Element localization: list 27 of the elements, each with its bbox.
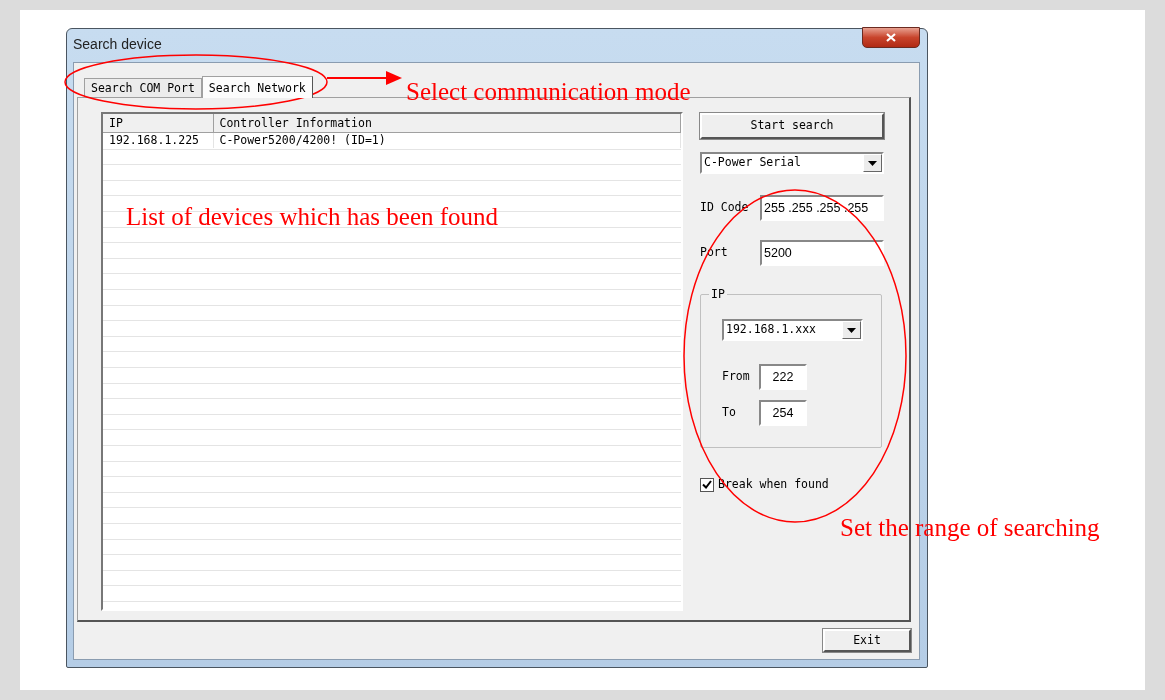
annotation-text: List of devices which has been found	[126, 204, 499, 229]
table-cell: C-Power5200/4200! (ID=1)	[213, 132, 681, 148]
field-label: To	[722, 404, 737, 422]
dropdown-arrow-icon	[868, 160, 877, 166]
checkmark-icon	[702, 480, 712, 490]
start-search-button[interactable]: Start search	[700, 113, 884, 139]
dropdown-arrow-icon	[847, 327, 856, 333]
tab[interactable]: Search COM Port	[84, 78, 202, 97]
exit-button[interactable]: Exit	[823, 629, 911, 652]
window-title: Search device	[73, 35, 162, 54]
table-cell: 192.168.1.225	[103, 132, 213, 148]
dropdown[interactable]: C-Power Serial	[700, 152, 884, 174]
close-button[interactable]	[862, 27, 920, 48]
checkbox[interactable]	[700, 477, 714, 492]
dropdown[interactable]: 192.168.1.xxx	[722, 319, 863, 341]
from-field[interactable]: 222	[759, 364, 807, 390]
field-label: From	[722, 368, 751, 386]
to-field[interactable]: 254	[759, 400, 807, 426]
annotation-text: Select communication mode	[406, 79, 691, 104]
id-code-field[interactable]: 255 .255 .255 .255	[760, 195, 884, 221]
column-header[interactable]: Controller Information	[213, 114, 681, 132]
column-header[interactable]: IP	[103, 114, 213, 132]
tab[interactable]: Search Network	[201, 76, 313, 98]
close-icon	[886, 33, 896, 42]
port-field[interactable]: 5200	[760, 240, 884, 266]
dropdown-value: 192.168.1.xxx	[726, 321, 816, 339]
dropdown-value: C-Power Serial	[704, 154, 801, 172]
